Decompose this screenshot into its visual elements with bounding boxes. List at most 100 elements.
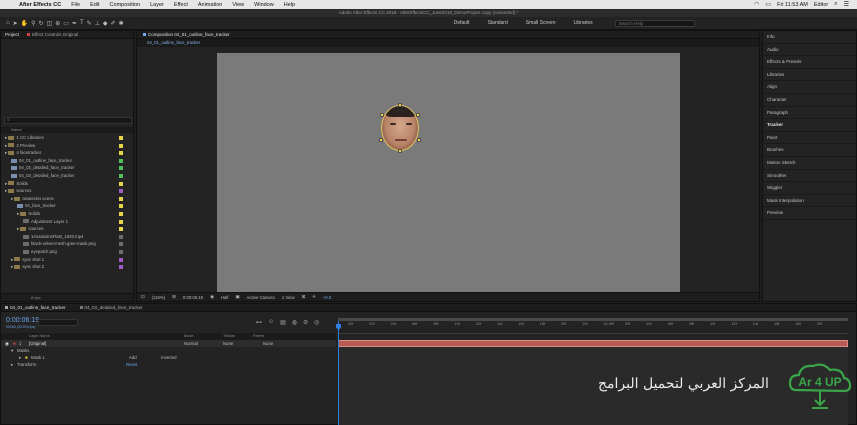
label-color-swatch[interactable]	[119, 136, 123, 140]
exposure-icon[interactable]: ✳	[312, 294, 316, 300]
draft-3d-icon[interactable]: ⊷	[256, 319, 262, 326]
panel-item-align[interactable]: Align	[763, 81, 856, 94]
label-color-swatch[interactable]	[119, 173, 123, 178]
live-update-icon[interactable]: ◎	[314, 319, 319, 326]
project-item[interactable]: 04_01_outline_face_tracker	[1, 157, 133, 165]
workspace-libraries[interactable]: Libraries	[573, 20, 592, 26]
puppet-tool-icon[interactable]: ✱	[119, 20, 124, 27]
label-color-swatch[interactable]	[119, 143, 123, 148]
project-item[interactable]: ▸ assassins scene	[1, 195, 133, 203]
hand-tool-icon[interactable]: ✋	[21, 20, 28, 27]
panel-item-paint[interactable]: Paint	[763, 132, 856, 145]
layer-mode[interactable]: Normal	[184, 340, 198, 347]
project-item[interactable]: Adjustment Layer 1	[1, 218, 133, 226]
project-item[interactable]: ▸ 4 facetracker	[1, 149, 133, 157]
expand-triangle-icon[interactable]: ▾	[11, 347, 13, 354]
project-item[interactable]: 04_02_detailed_face_tracker	[1, 164, 133, 172]
motion-blur-icon[interactable]: ◍	[292, 319, 297, 326]
label-color-swatch[interactable]	[119, 204, 123, 209]
project-item[interactable]: 04_face_tracker	[1, 202, 133, 210]
search-help-input[interactable]: Search Help	[614, 19, 695, 27]
layer-name[interactable]: [Original]	[29, 340, 46, 347]
eraser-tool-icon[interactable]: ◆	[103, 20, 108, 27]
panel-item-audio[interactable]: Audio	[763, 44, 856, 57]
menu-view[interactable]: View	[227, 2, 249, 8]
col-mode[interactable]: Mode	[184, 333, 194, 340]
layer-parent[interactable]: None	[263, 340, 273, 347]
label-color-swatch[interactable]	[119, 219, 123, 224]
workspace-standard[interactable]: Standard	[487, 20, 507, 26]
graph-editor-icon[interactable]: ⊘	[303, 319, 308, 326]
project-column-name[interactable]: Name	[1, 127, 133, 133]
pan-behind-tool-icon[interactable]: ⊕	[55, 20, 60, 27]
composition-viewer[interactable]	[217, 53, 680, 293]
label-color-swatch[interactable]	[119, 211, 123, 216]
composition-subtab[interactable]: 04_01_outline_face_tracker	[137, 39, 759, 47]
mask-inverted[interactable]: Inverted	[161, 354, 177, 361]
timeline-search-input[interactable]	[38, 319, 78, 326]
flowchart-icon[interactable]: ⊠	[302, 294, 306, 300]
menubar-user[interactable]: Editor	[814, 2, 828, 8]
notification-center-icon[interactable]: ☰	[844, 1, 849, 8]
transform-reset-link[interactable]: Reset	[126, 361, 137, 368]
label-color-swatch[interactable]: ■	[13, 340, 16, 347]
project-item[interactable]: ▸ sync shot 1	[1, 256, 133, 264]
rectangle-tool-icon[interactable]: ▭	[63, 20, 69, 27]
menu-window[interactable]: Window	[249, 2, 279, 8]
project-item[interactable]: ▸ sources	[1, 225, 133, 233]
panel-item-preview[interactable]: Preview	[763, 207, 856, 220]
project-item[interactable]: ▸ 2 Preview	[1, 142, 133, 150]
label-color-swatch[interactable]	[119, 249, 123, 254]
menu-composition[interactable]: Composition	[105, 2, 146, 8]
camera-dropdown[interactable]: Active Camera	[247, 295, 275, 300]
menu-effect[interactable]: Effect	[169, 2, 193, 8]
label-color-swatch[interactable]	[119, 257, 123, 262]
layer-trkmat[interactable]: None	[223, 340, 233, 347]
panel-item-wiggler[interactable]: Wiggler	[763, 182, 856, 195]
viewer-timecode[interactable]: 0:00:06:19	[183, 295, 203, 300]
mask-vertex-handle[interactable]	[416, 113, 420, 117]
wifi-icon[interactable]: ◠	[754, 1, 759, 8]
region-icon[interactable]: ▣	[235, 294, 239, 300]
clone-stamp-tool-icon[interactable]: ⊥	[95, 20, 100, 27]
magnification-icon[interactable]: ⊡	[141, 294, 145, 300]
col-layer-name[interactable]: Layer Name	[29, 333, 50, 340]
mask-name[interactable]: Mask 1	[31, 354, 45, 361]
label-color-swatch[interactable]	[119, 196, 123, 201]
battery-icon[interactable]: ▭	[765, 1, 771, 8]
tab-timeline-comp-2[interactable]: 04_03_detailed_face_tracker	[79, 305, 143, 310]
label-color-swatch[interactable]	[119, 158, 123, 163]
home-icon[interactable]: ⌂	[6, 20, 10, 27]
menu-help[interactable]: Help	[279, 2, 300, 8]
workspace-small-screen[interactable]: Small Screen	[526, 20, 556, 26]
mask-color-swatch[interactable]: ■	[25, 354, 28, 361]
panel-item-paragraph[interactable]: Paragraph	[763, 107, 856, 120]
panel-item-effects-presets[interactable]: Effects & Presets	[763, 56, 856, 69]
mask-row[interactable]: ▸ ■ Mask 1 Add Inverted	[1, 354, 336, 361]
project-item[interactable]: 04_03_detailed_face_tracker	[1, 172, 133, 180]
frame-blending-icon[interactable]: ▤	[280, 319, 286, 326]
views-dropdown[interactable]: 1 View	[282, 295, 295, 300]
mask-vertex-handle[interactable]	[417, 138, 421, 142]
label-color-swatch[interactable]	[119, 181, 123, 186]
tab-timeline-comp-1[interactable]: 04_01_outline_face_tracker	[5, 305, 66, 310]
panel-item-info[interactable]: Info	[763, 31, 856, 44]
menu-edit[interactable]: Edit	[85, 2, 104, 8]
mask-vertex-handle[interactable]	[379, 138, 383, 142]
tab-composition[interactable]: Composition 04_01_outline_face_tracker	[143, 32, 230, 37]
tab-effect-controls[interactable]: Effect Controls Original	[27, 32, 78, 37]
spotlight-icon[interactable]: ⌕	[834, 1, 837, 8]
project-footer-bpc[interactable]: 8 bpc	[1, 293, 133, 301]
menu-app[interactable]: After Effects CC	[14, 2, 66, 8]
layer-row[interactable]: ◉ ■ 1 [Original] Normal None None	[1, 340, 336, 347]
label-color-swatch[interactable]	[119, 265, 123, 270]
mask-mode[interactable]: Add	[129, 354, 137, 361]
col-trkmat[interactable]: TrkMat	[223, 333, 235, 340]
col-parent[interactable]: Parent	[253, 333, 264, 340]
transform-row[interactable]: ▸ Transform Reset	[1, 361, 336, 368]
menu-layer[interactable]: Layer	[145, 2, 169, 8]
project-item[interactable]: ▸ sources	[1, 187, 133, 195]
panel-item-libraries[interactable]: Libraries	[763, 69, 856, 82]
label-color-swatch[interactable]	[119, 166, 123, 171]
close-icon[interactable]	[5, 306, 8, 310]
